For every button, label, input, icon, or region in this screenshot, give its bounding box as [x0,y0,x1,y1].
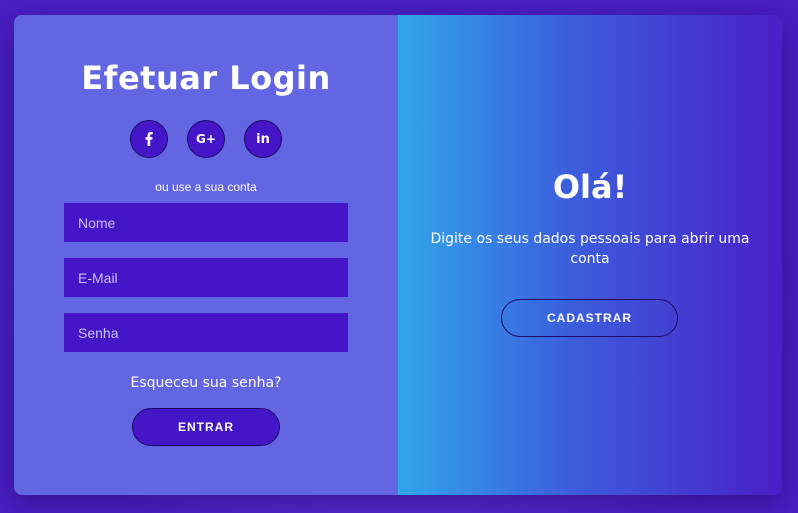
alternative-login-text: ou use a sua conta [155,180,257,194]
google-plus-icon: G+ [196,132,216,146]
forgot-password-link[interactable]: Esqueceu sua senha? [14,375,398,391]
facebook-icon [145,132,153,146]
signup-panel: Olá! Digite os seus dados pessoais para … [398,15,782,495]
name-input[interactable] [64,203,348,242]
signup-button[interactable]: CADASTRAR [501,299,678,337]
page-background: Efetuar Login G+ in ou use a sua conta N… [0,0,798,513]
password-input[interactable] [64,313,348,352]
signup-title: Olá! [552,168,628,206]
facebook-button[interactable] [130,120,168,158]
linkedin-icon: in [256,131,270,147]
login-button[interactable]: ENTRAR [132,408,280,446]
login-title: Efetuar Login [81,59,331,97]
social-login-group: G+ in [130,120,282,160]
email-input[interactable] [64,258,348,297]
login-panel: Efetuar Login G+ in ou use a sua conta N… [14,15,398,495]
google-plus-button[interactable]: G+ [187,120,225,158]
signup-description: Digite os seus dados pessoais para abrir… [430,231,750,267]
auth-card: Efetuar Login G+ in ou use a sua conta N… [14,15,782,495]
linkedin-button[interactable]: in [244,120,282,158]
